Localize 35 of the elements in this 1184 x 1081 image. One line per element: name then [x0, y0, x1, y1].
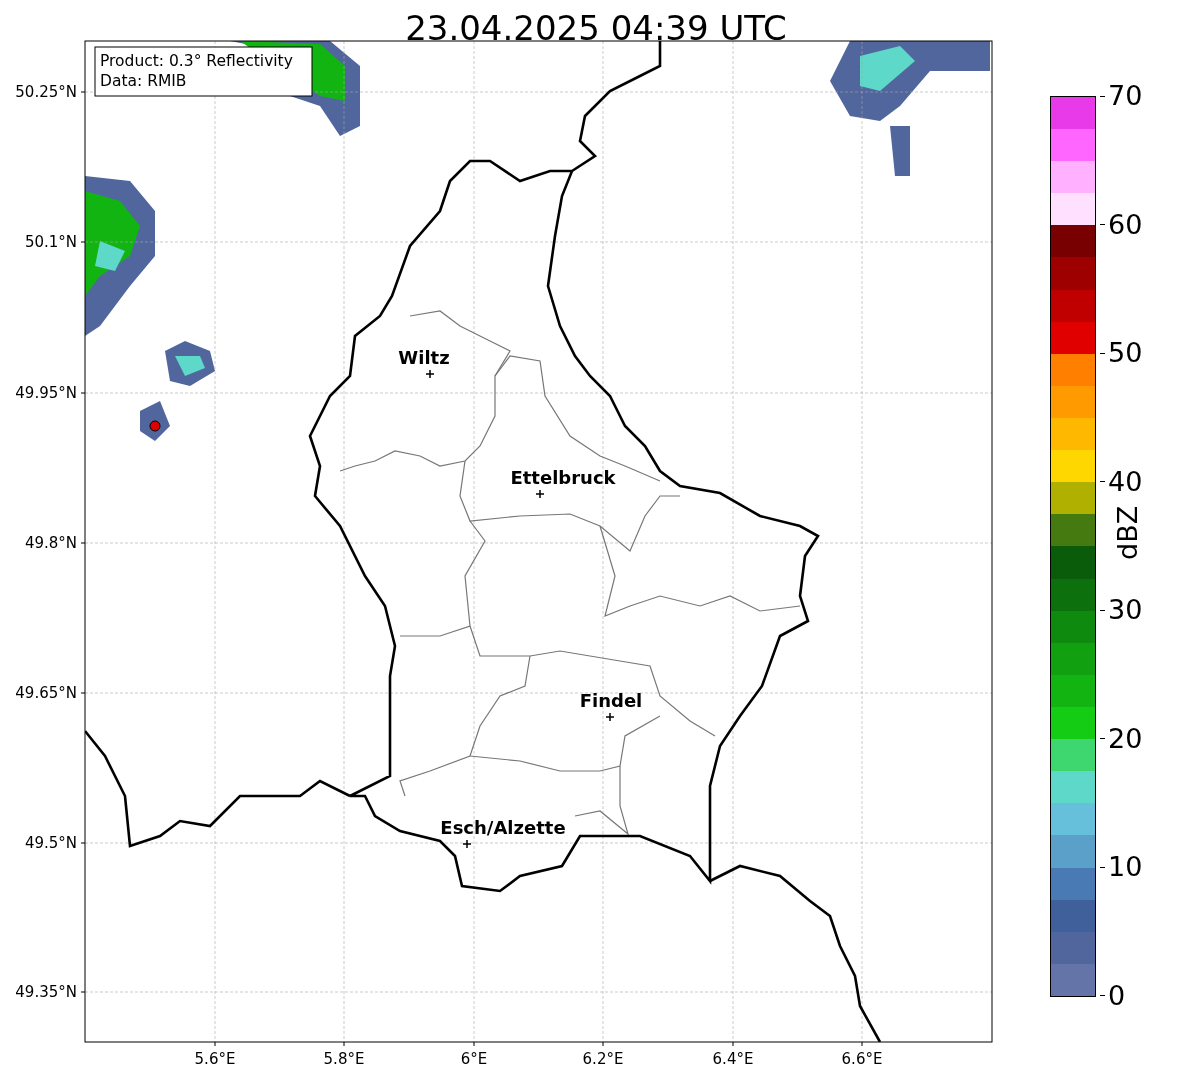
colorbar-tick-label: 20: [1108, 723, 1143, 754]
annotation-text: Product: 0.3° Reflectivity: [100, 52, 293, 70]
plot-title: 23.04.2025 04:39 UTC: [405, 11, 787, 45]
radar-site-marker: [149, 420, 161, 432]
city-label: Wiltz: [398, 347, 450, 368]
annotation-text: Data: RMIB: [100, 72, 187, 90]
colorbar-tick-label: 10: [1108, 852, 1143, 883]
latitude-label: 50.1°N: [24, 233, 77, 251]
latitude-label: 49.65°N: [15, 684, 77, 702]
city-marker-icon: [605, 712, 615, 722]
city-label: Findel: [579, 690, 643, 711]
colorbar-tick-label: 40: [1108, 466, 1143, 497]
longitude-label: 6.4°E: [712, 1050, 754, 1068]
latitude-label: 49.35°N: [15, 983, 77, 1001]
colorbar-tick-label: 70: [1108, 81, 1143, 111]
latitude-label: 50.25°N: [15, 83, 77, 101]
city-label: Ettelbruck: [510, 467, 616, 488]
colorbar-tick-label: 30: [1108, 595, 1143, 626]
city-marker-icon: [425, 369, 435, 379]
colorbar-tick-label: 0: [1108, 980, 1126, 1011]
longitude-label: 6.6°E: [841, 1050, 883, 1068]
longitude-label: 5.8°E: [323, 1050, 365, 1068]
colorbar-tick-label: 50: [1108, 338, 1143, 369]
longitude-label: 6°E: [460, 1050, 488, 1068]
latitude-label: 49.95°N: [15, 384, 77, 402]
longitude-label: 5.6°E: [194, 1050, 236, 1068]
city-marker-icon: [535, 489, 545, 499]
colorbar-tick-label: 60: [1108, 209, 1143, 240]
city-marker-icon: [462, 839, 472, 849]
latitude-label: 49.8°N: [24, 534, 77, 552]
longitude-label: 6.2°E: [582, 1050, 624, 1068]
city-label: Esch/Alzette: [440, 817, 566, 838]
latitude-label: 49.5°N: [24, 834, 77, 852]
radar-echo: [890, 126, 910, 176]
colorbar-label: dBZ: [1112, 505, 1144, 560]
